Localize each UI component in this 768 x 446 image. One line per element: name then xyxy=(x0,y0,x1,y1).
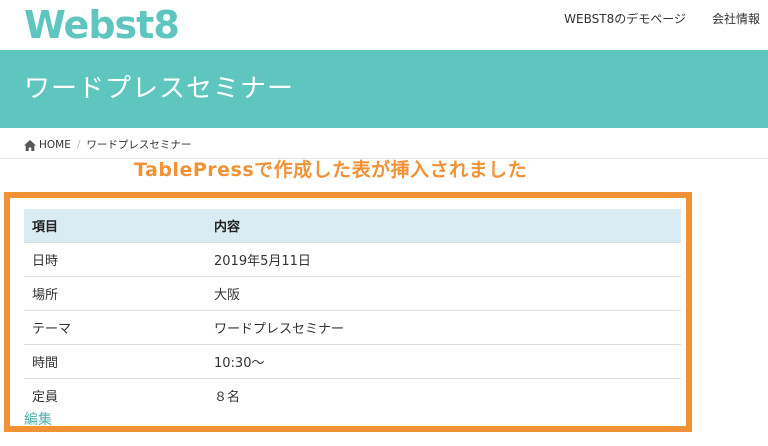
site-header: Webst8 WEBST8のデモページ 会社情報 xyxy=(0,0,768,50)
global-nav: WEBST8のデモページ 会社情報 xyxy=(538,10,760,28)
site-logo[interactable]: Webst8 xyxy=(24,2,180,48)
breadcrumb-current: ワードプレスセミナー xyxy=(86,139,192,151)
breadcrumb: HOME / ワードプレスセミナー xyxy=(24,138,191,152)
breadcrumb-separator: / xyxy=(76,139,81,151)
page-title: ワードプレスセミナー xyxy=(24,74,295,104)
nav-item-demo[interactable]: WEBST8のデモページ xyxy=(564,10,686,28)
annotation-caption: TablePressで作成した表が挿入されました xyxy=(134,159,528,181)
annotation-highlight-box xyxy=(4,192,692,432)
page-header-banner: ワードプレスセミナー xyxy=(0,50,768,128)
home-icon xyxy=(24,139,36,151)
breadcrumb-home-link[interactable]: HOME xyxy=(39,138,71,152)
nav-item-company[interactable]: 会社情報 xyxy=(712,10,760,28)
